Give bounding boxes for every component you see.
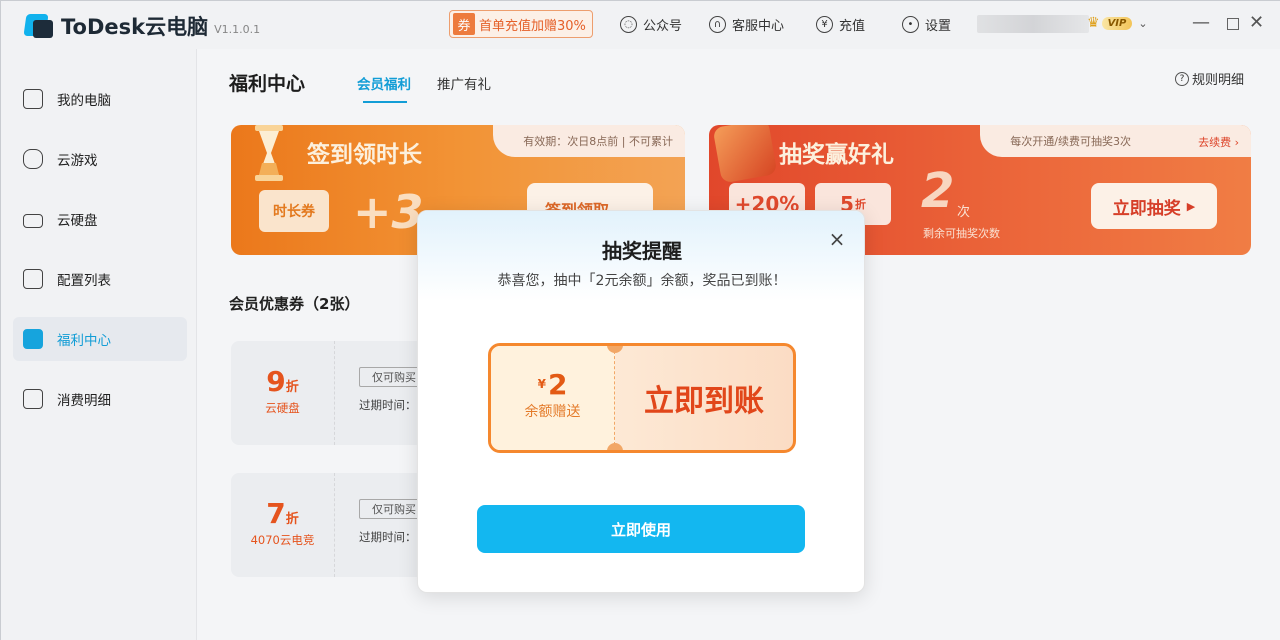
lottery-result-dialog: 抽奖提醒 恭喜您，抽中「2元余额」余额，奖品已到账！ × ¥2 余额赠送 立即到… xyxy=(417,210,865,593)
prize-ticket: ¥2 余额赠送 立即到账 xyxy=(488,343,796,453)
prize-amount-value: 2 xyxy=(547,368,568,401)
use-now-button[interactable]: 立即使用 xyxy=(477,505,805,553)
ticket-notch xyxy=(607,443,623,450)
prize-desc: 余额赠送 xyxy=(524,404,581,420)
prize-amount-section: ¥2 余额赠送 xyxy=(491,346,615,450)
app-window: ToDesk云电脑 V1.1.0.1 券 首单充值加赠30% ◌ 公众号 ∩ 客… xyxy=(0,0,1280,640)
dialog-message: 恭喜您，抽中「2元余额」余额，奖品已到账！ xyxy=(497,273,787,289)
prize-amount: ¥2 xyxy=(491,368,614,401)
prize-currency: ¥ xyxy=(537,377,546,391)
close-icon[interactable]: × xyxy=(828,229,846,249)
prize-status: 立即到账 xyxy=(644,384,764,419)
dialog-title: 抽奖提醒 xyxy=(602,239,682,263)
